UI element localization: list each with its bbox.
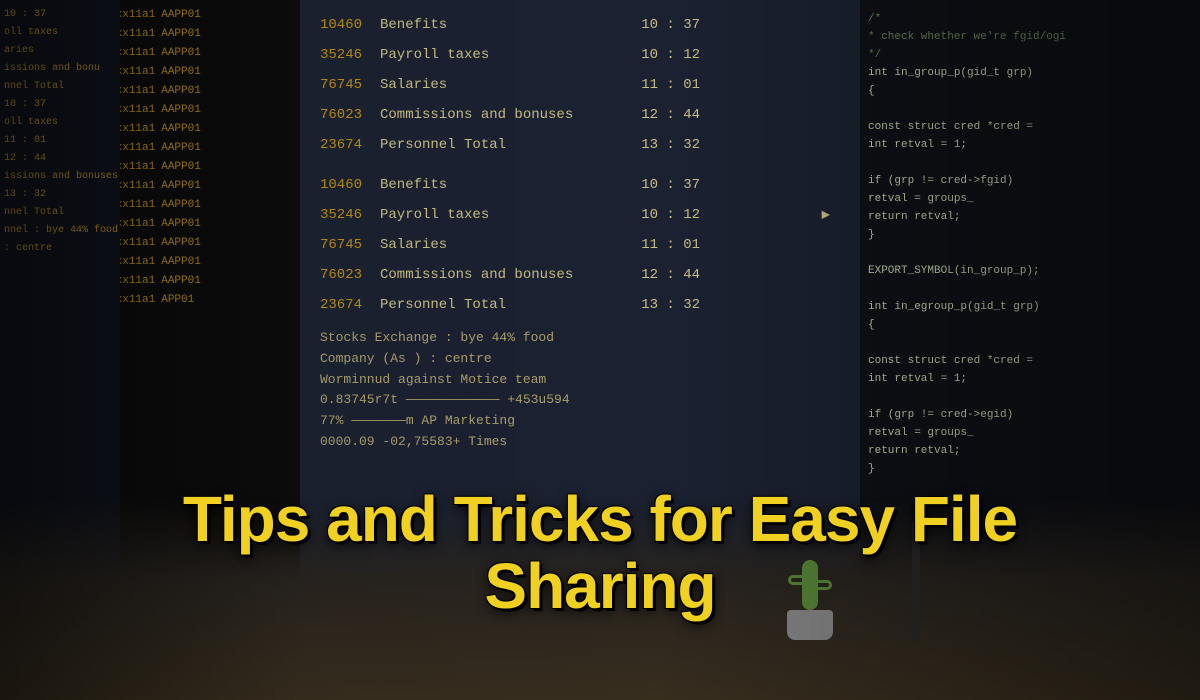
code-line: int retval = 1; — [868, 136, 1192, 154]
left-preview-row: 10 : 37 — [4, 96, 116, 114]
data-row: 10460Benefits10 : 37 — [320, 170, 840, 200]
code-line — [868, 388, 1192, 406]
misc-text-line: Stocks Exchange : bye 44% food — [320, 328, 840, 349]
data-row: 76745Salaries11 : 01 — [320, 70, 840, 100]
left-preview-row: 13 : 32 — [4, 186, 116, 204]
code-line: */ — [868, 46, 1192, 64]
code-line: EXPORT_SYMBOL(in_group_p); — [868, 262, 1192, 280]
code-line — [868, 100, 1192, 118]
cactus-decoration — [780, 560, 840, 640]
code-line: if (grp != cred->egid) — [868, 406, 1192, 424]
data-row: 35246Payroll taxes10 : 12▶ — [320, 200, 840, 230]
data-row: 76023Commissions and bonuses12 : 44 — [320, 260, 840, 290]
misc-text-line: 0.83745r7t ———————————— +453u594 — [320, 390, 840, 411]
left-preview-row: 11 : 01 — [4, 132, 116, 150]
code-line: } — [868, 460, 1192, 478]
code-line: int retval = 1; — [868, 370, 1192, 388]
code-line: /* — [868, 10, 1192, 28]
code-line: if (grp != cred->fgid) — [868, 172, 1192, 190]
code-line: { — [868, 316, 1192, 334]
code-line — [868, 244, 1192, 262]
code-line: int in_egroup_p(gid_t grp) — [868, 298, 1192, 316]
left-preview-row: nnel Total — [4, 204, 116, 222]
data-row: 23674Personnel Total13 : 32 — [320, 290, 840, 320]
misc-text-line: Worminnud against Motice team — [320, 370, 840, 391]
code-line — [868, 154, 1192, 172]
left-preview-row: oll taxes — [4, 24, 116, 42]
data-row: 76745Salaries11 : 01 — [320, 230, 840, 260]
cactus-pot — [787, 610, 833, 640]
code-line: retval = groups_ — [868, 190, 1192, 208]
misc-text-line: 77% ———————m AP Marketing — [320, 411, 840, 432]
data-row: 76023Commissions and bonuses12 : 44 — [320, 100, 840, 130]
code-line — [868, 280, 1192, 298]
row-arrow-indicator: ▶ — [822, 207, 830, 224]
misc-text-line: 0000.09 -02,75583+ Times — [320, 432, 840, 453]
cactus-arm-right — [818, 580, 832, 590]
data-row: 35246Payroll taxes10 : 12 — [320, 40, 840, 70]
data-row: 23674Personnel Total13 : 32 — [320, 130, 840, 160]
code-line: * check whether we're fgid/ogi — [868, 28, 1192, 46]
code-line: const struct cred *cred = — [868, 118, 1192, 136]
left-preview-row: 12 : 44 — [4, 150, 116, 168]
left-preview-row: : centre — [4, 240, 116, 258]
left-preview-row: nnel : bye 44% food — [4, 222, 116, 240]
left-preview-row: issions and bonuses — [4, 168, 116, 186]
left-preview-row: nnel Total — [4, 78, 116, 96]
left-preview-row: aries — [4, 42, 116, 60]
code-line: { — [868, 82, 1192, 100]
code-line: return retval; — [868, 442, 1192, 460]
cactus-body — [802, 560, 818, 610]
desk-surface — [0, 500, 1200, 700]
code-line: retval = groups_ — [868, 424, 1192, 442]
monitor-arm — [912, 520, 920, 640]
code-line: return retval; — [868, 208, 1192, 226]
code-line: int in_group_p(gid_t grp) — [868, 64, 1192, 82]
left-preview-row: 10 : 37 — [4, 6, 116, 24]
cactus-arm-left — [788, 575, 802, 585]
code-line: } — [868, 226, 1192, 244]
code-line: const struct cred *cred = — [868, 352, 1192, 370]
data-row: 10460Benefits10 : 37 — [320, 10, 840, 40]
left-preview-row: issions and bonu — [4, 60, 116, 78]
code-line — [868, 334, 1192, 352]
left-preview-row: oll taxes — [4, 114, 116, 132]
spreadsheet-content: 10460Benefits10 : 3735246Payroll taxes10… — [300, 0, 860, 463]
misc-text-line: Company (As ) : centre — [320, 349, 840, 370]
